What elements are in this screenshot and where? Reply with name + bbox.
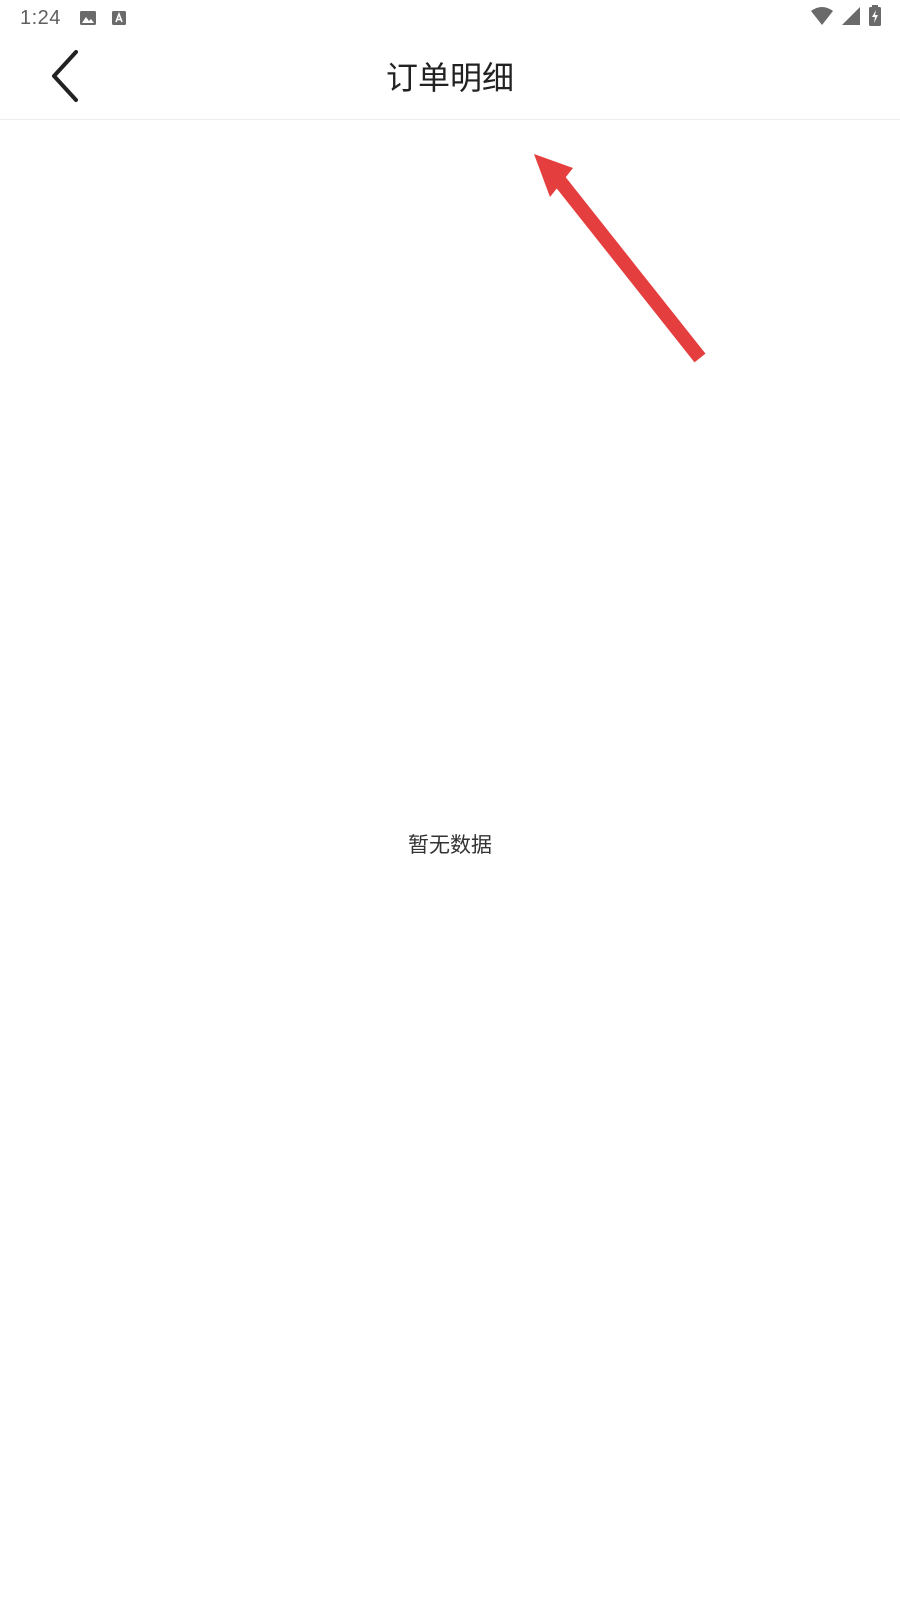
screen: 1:24 订单明细 暂无数据 bbox=[0, 0, 900, 1600]
wifi-icon bbox=[810, 6, 834, 30]
image-icon bbox=[79, 9, 97, 27]
cell-signal-icon bbox=[840, 6, 862, 30]
app-bar: 订单明细 bbox=[0, 36, 900, 120]
page-title: 订单明细 bbox=[385, 59, 514, 97]
status-right-icons bbox=[810, 5, 882, 31]
status-bar: 1:24 bbox=[0, 0, 900, 36]
empty-state-text: 暂无数据 bbox=[408, 833, 492, 857]
status-time: 1:24 bbox=[20, 6, 61, 29]
battery-charging-icon bbox=[868, 5, 882, 31]
text-a-icon bbox=[111, 9, 129, 27]
content-area: 暂无数据 bbox=[0, 121, 900, 1600]
